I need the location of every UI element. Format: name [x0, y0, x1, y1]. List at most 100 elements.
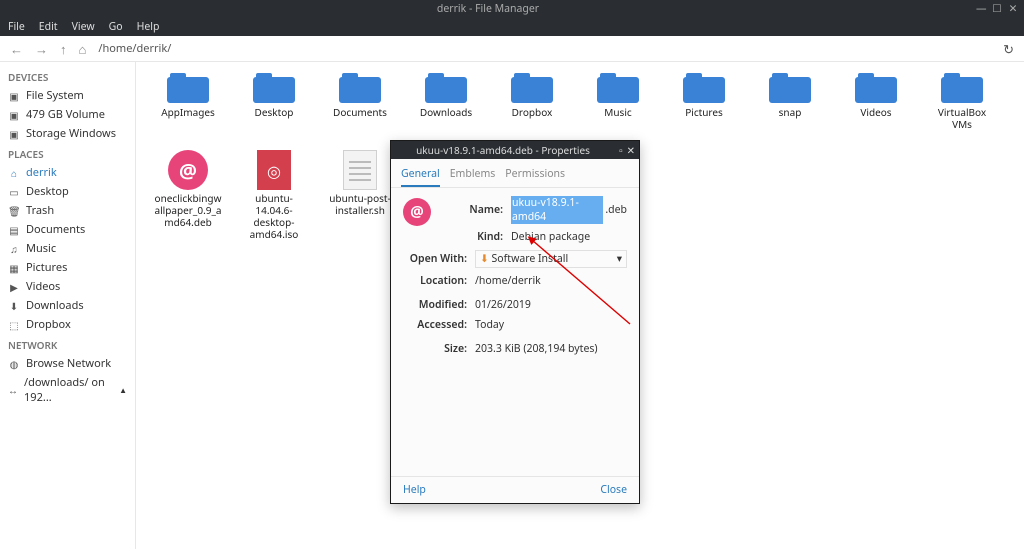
file-item[interactable]: VirtualBox VMs [928, 70, 996, 130]
chevron-down-icon: ▾ [617, 252, 622, 266]
file-item[interactable]: Music [584, 70, 652, 130]
help-button[interactable]: Help [403, 483, 426, 497]
file-item[interactable]: Downloads [412, 70, 480, 130]
sidebar-item-icon: ▣ [8, 108, 20, 122]
file-item[interactable]: ubuntu-14.04.6-desktop-amd64.iso [240, 150, 308, 240]
value-location: /home/derrik [475, 274, 627, 288]
file-item[interactable]: ubuntu-post-installer.sh [326, 150, 394, 240]
file-item[interactable]: Desktop [240, 70, 308, 130]
back-icon[interactable]: ← [10, 40, 23, 58]
sidebar-item-label: Pictures [26, 260, 67, 275]
menu-go[interactable]: Go [109, 20, 123, 34]
toolbar: ← → ↑ ⌂ /home/derrik/ ↻ [0, 36, 1024, 62]
file-label: Pictures [685, 106, 723, 118]
file-item[interactable]: Documents [326, 70, 394, 130]
sidebar-item-icon: ⬇ [8, 299, 20, 313]
sidebar-item[interactable]: ◍Browse Network [0, 354, 135, 373]
sidebar-item-icon: ▣ [8, 89, 20, 103]
sidebar-item-label: Downloads [26, 298, 84, 313]
sidebar-item[interactable]: ⬇ Downloads [0, 296, 135, 315]
menu-view[interactable]: View [72, 20, 95, 34]
file-item[interactable]: Videos [842, 70, 910, 130]
sidebar-item-icon: ♫ [8, 242, 20, 256]
sidebar-item-label: Videos [26, 279, 60, 294]
sidebar-item[interactable]: ▦ Pictures [0, 258, 135, 277]
name-ext: .deb [605, 203, 627, 217]
file-label: snap [779, 106, 802, 118]
menu-edit[interactable]: Edit [39, 20, 58, 34]
forward-icon[interactable]: → [35, 40, 48, 58]
folder-icon [855, 70, 897, 104]
folder-icon [253, 70, 295, 104]
folder-icon [511, 70, 553, 104]
file-item[interactable]: Pictures [670, 70, 738, 130]
eject-icon[interactable]: ▲ [119, 385, 127, 396]
label-size: Size: [403, 342, 467, 356]
file-item[interactable]: AppImages [154, 70, 222, 130]
value-modified: 01/26/2019 [475, 298, 627, 312]
sidebar-item[interactable]: ♫Music [0, 239, 135, 258]
close-button[interactable]: Close [600, 483, 627, 497]
sidebar-item-icon: ↔ [8, 383, 18, 397]
maximize-icon[interactable]: ☐ [992, 2, 1002, 16]
folder-icon [597, 70, 639, 104]
sidebar-item[interactable]: ⬚Dropbox [0, 315, 135, 334]
iso-icon [257, 150, 291, 190]
dialog-close-icon[interactable]: ✕ [627, 143, 635, 157]
sidebar-item[interactable]: ▣Storage Windows [0, 124, 135, 143]
file-label: Downloads [420, 106, 472, 118]
file-label: ubuntu-14.04.6-desktop-amd64.iso [240, 192, 308, 240]
sidebar-item-icon: ▭ [8, 185, 20, 199]
file-item[interactable]: Dropbox [498, 70, 566, 130]
openwith-value: Software Install [492, 252, 569, 266]
window-titlebar: derrik - File Manager — ☐ ✕ [0, 0, 1024, 18]
openwith-dropdown[interactable]: ⬇ Software Install ▾ [475, 250, 627, 268]
value-kind: Debian package [511, 230, 627, 244]
name-field[interactable]: ukuu-v18.9.1-amd64.deb [511, 196, 627, 224]
file-item[interactable]: snap [756, 70, 824, 130]
sidebar: DEVICES▣File System▣479 GB Volume▣Storag… [0, 62, 136, 549]
folder-icon [769, 70, 811, 104]
dialog-minimize-icon[interactable]: ▫ [619, 143, 623, 157]
sidebar-item-label: Trash [26, 203, 54, 218]
sidebar-item[interactable]: 🗑 Trash [0, 201, 135, 220]
minimize-icon[interactable]: — [976, 2, 986, 16]
name-selected: ukuu-v18.9.1-amd64 [511, 196, 603, 224]
sidebar-item-label: Documents [26, 222, 85, 237]
sidebar-item[interactable]: ▣479 GB Volume [0, 105, 135, 124]
up-icon[interactable]: ↑ [60, 40, 67, 58]
sidebar-item-icon: ▦ [8, 261, 20, 275]
sidebar-item-icon: ⌂ [8, 166, 20, 180]
menu-file[interactable]: File [8, 20, 25, 34]
sidebar-item[interactable]: ▶Videos [0, 277, 135, 296]
sidebar-item-icon: 🗑 [8, 204, 20, 218]
label-location: Location: [403, 274, 467, 288]
dialog-titlebar[interactable]: ukuu-v18.9.1-amd64.deb - Properties ▫ ✕ [391, 141, 639, 159]
label-openwith: Open With: [403, 252, 467, 266]
sidebar-item[interactable]: ▤Documents [0, 220, 135, 239]
home-icon[interactable]: ⌂ [79, 40, 87, 58]
file-label: Desktop [255, 106, 294, 118]
tab-emblems[interactable]: Emblems [450, 165, 496, 187]
sidebar-item-label: Desktop [26, 184, 69, 199]
sidebar-item[interactable]: ↔ /downloads/ on 192... ▲ [0, 373, 135, 407]
properties-dialog: ukuu-v18.9.1-amd64.deb - Properties ▫ ✕ … [390, 140, 640, 504]
sidebar-item-label: /downloads/ on 192... [24, 375, 113, 405]
close-icon[interactable]: ✕ [1008, 2, 1018, 16]
tab-general[interactable]: General [401, 165, 440, 187]
label-modified: Modified: [403, 298, 467, 312]
breadcrumb[interactable]: /home/derrik/ [98, 41, 171, 56]
file-label: Videos [860, 106, 891, 118]
sidebar-item-label: Storage Windows [26, 126, 116, 141]
menu-help[interactable]: Help [137, 20, 160, 34]
file-label: AppImages [161, 106, 215, 118]
file-item[interactable]: @oneclickbingwallpaper_0.9_amd64.deb [154, 150, 222, 240]
sidebar-item[interactable]: ▭ Desktop [0, 182, 135, 201]
sidebar-item-label: Dropbox [26, 317, 71, 332]
folder-icon [167, 70, 209, 104]
sidebar-item[interactable]: ▣File System [0, 86, 135, 105]
reload-icon[interactable]: ↻ [1003, 40, 1014, 58]
tab-permissions[interactable]: Permissions [505, 165, 565, 187]
sidebar-item[interactable]: ⌂derrik [0, 163, 135, 182]
folder-icon [683, 70, 725, 104]
